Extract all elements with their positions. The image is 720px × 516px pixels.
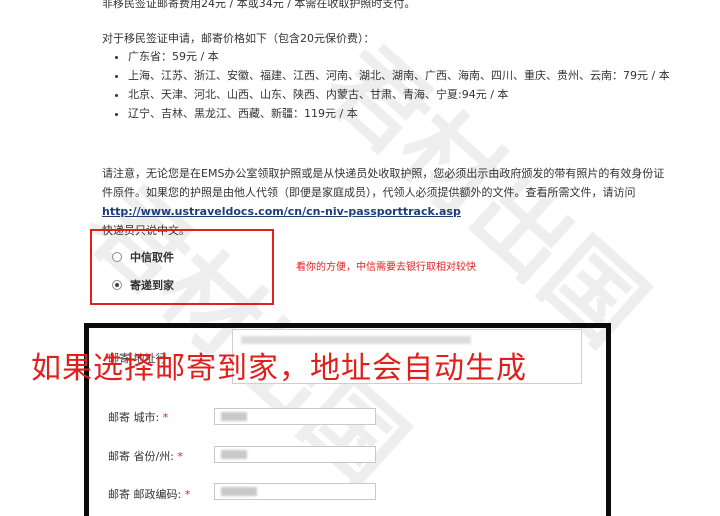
province-input[interactable] [214, 446, 376, 463]
notice-text: 请注意，无论您是在EMS办公室领取护照或是从快递员处收取护照，您必须出示由政府颁… [102, 167, 665, 199]
passport-track-link[interactable]: http://www.ustraveldocs.com/cn/cn-niv-pa… [102, 205, 461, 218]
fee-item: 广东省：59元 / 本 [128, 47, 688, 66]
fee-item: 辽宁、吉林、黑龙江、西藏、新疆：119元 / 本 [128, 104, 688, 123]
annotation-note: 看你的方便，中信需要去银行取相对较快 [296, 262, 476, 273]
city-label: 邮寄 城市: * [108, 411, 169, 424]
pickup-options-highlight [90, 229, 274, 305]
postal-code-label: 邮寄 邮政编码: * [108, 488, 191, 501]
radio-button-selected[interactable] [112, 280, 122, 290]
redacted-value [221, 412, 247, 421]
fee-list: 广东省：59元 / 本 上海、江苏、浙江、安徽、福建、江西、河南、湖北、湖南、广… [102, 47, 688, 123]
radio-citic-pickup[interactable]: 中信取件 [112, 249, 174, 265]
province-label: 邮寄 省份/州: * [108, 450, 183, 463]
mailing-fee-nonimmigrant: 非移民签证邮寄费用24元 / 本或34元 / 本需在收取护照时支付。 [102, 0, 416, 10]
city-input[interactable] [214, 408, 376, 425]
fee-item: 上海、江苏、浙江、安徽、福建、江西、河南、湖北、湖南、广西、海南、四川、重庆、贵… [128, 66, 688, 85]
radio-deliver-home[interactable]: 寄递到家 [112, 277, 174, 293]
immigrant-fee-intro: 对于移民签证申请，邮寄价格如下（包含20元保价费）： [102, 32, 375, 45]
fee-item: 北京、天津、河北、山西、山东、陕西、内蒙古、甘肃、青海、宁夏:94元 / 本 [128, 85, 688, 104]
postal-code-input[interactable] [214, 483, 376, 500]
redacted-value [221, 450, 247, 459]
radio-label: 寄递到家 [130, 279, 174, 292]
big-annotation: 如果选择邮寄到家，地址会自动生成 [31, 351, 527, 386]
radio-label: 中信取件 [130, 251, 174, 264]
radio-button[interactable] [112, 252, 122, 262]
redacted-value [221, 487, 257, 496]
